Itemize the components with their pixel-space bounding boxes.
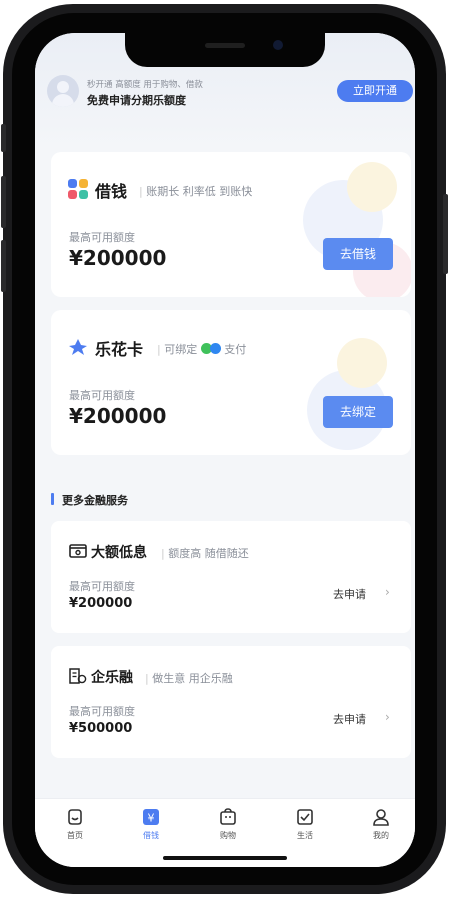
- service-limit-label: 最高可用额度: [69, 705, 135, 718]
- more-services-title: 更多金融服务: [62, 494, 128, 507]
- lehua-card[interactable]: 乐花卡 | 可绑定 支付 最高可用额度 ¥200000 去绑定: [51, 310, 411, 455]
- loan-card[interactable]: 借钱 | 账期长 利率低 到账快 最高可用额度 ¥200000 去借钱: [51, 152, 411, 297]
- user-icon: [373, 809, 389, 826]
- tab-label: 生活: [297, 831, 313, 840]
- notch: [125, 33, 325, 67]
- life-icon: [297, 809, 313, 825]
- tab-label: 首页: [67, 831, 83, 840]
- lehua-amount: ¥200000: [69, 404, 167, 428]
- lehua-title: 乐花卡: [95, 340, 144, 359]
- loan-amount: ¥200000: [69, 246, 167, 270]
- apply-button[interactable]: 去申请: [333, 586, 366, 602]
- bind-button[interactable]: 去绑定: [323, 396, 393, 428]
- service-tagline-text: 额度高 随借随还: [168, 547, 249, 560]
- divider: |: [161, 547, 165, 560]
- lehua-tagline-prefix: 可绑定: [164, 343, 198, 356]
- divider: |: [145, 672, 149, 685]
- front-camera: [273, 40, 283, 50]
- chevron-right-icon: ›: [385, 585, 390, 599]
- borrow-button[interactable]: 去借钱: [323, 238, 393, 270]
- lehua-tagline: | 可绑定 支付: [157, 341, 246, 357]
- section-accent-bar: [51, 493, 54, 505]
- tab-label: 购物: [220, 831, 236, 840]
- loan-title: 借钱: [95, 182, 128, 201]
- loan-logo-icon: [68, 179, 88, 199]
- power-button: [443, 194, 448, 274]
- open-now-button[interactable]: 立即开通: [337, 80, 413, 102]
- tab-mine[interactable]: 我的: [351, 807, 411, 841]
- avatar[interactable]: [47, 75, 79, 107]
- promo-title: 免费申请分期乐额度: [87, 94, 186, 107]
- shopping-bag-icon: [220, 808, 236, 825]
- lehua-tagline-suffix: 支付: [224, 343, 247, 356]
- tab-label: 我的: [373, 831, 389, 840]
- service-title: 大额低息: [91, 545, 147, 561]
- service-tagline-text: 做生意 用企乐融: [152, 672, 233, 685]
- divider: |: [157, 343, 161, 356]
- tab-label: 借钱: [143, 831, 159, 840]
- mute-switch: [1, 124, 6, 152]
- service-card-large-loan[interactable]: 大额低息 | 额度高 随借随还 最高可用额度 ¥200000 去申请 ›: [51, 521, 411, 633]
- yen-icon: ¥: [143, 809, 159, 825]
- service-amount: ¥500000: [69, 721, 133, 736]
- avatar-body: [52, 94, 74, 107]
- service-tagline: | 额度高 随借随还: [161, 545, 249, 561]
- promo-subtitle: 秒开通 高额度 用于购物、借款: [87, 80, 203, 90]
- loan-tagline-text: 账期长 利率低 到账快: [146, 185, 253, 198]
- card-decoration: [347, 162, 397, 212]
- service-card-qilerong[interactable]: 企乐融 | 做生意 用企乐融 最高可用额度 ¥500000 去申请 ›: [51, 646, 411, 758]
- service-title: 企乐融: [91, 670, 133, 686]
- divider: |: [139, 185, 143, 198]
- service-amount: ¥200000: [69, 596, 133, 611]
- alipay-icon: [209, 343, 221, 354]
- tab-life[interactable]: 生活: [275, 807, 335, 841]
- cash-box-icon: [69, 544, 87, 558]
- chevron-right-icon: ›: [385, 710, 390, 724]
- speaker: [205, 43, 245, 48]
- home-indicator: [163, 856, 287, 860]
- enterprise-icon: [69, 668, 87, 684]
- tab-borrow[interactable]: ¥ 借钱: [121, 807, 181, 841]
- lehua-logo-icon: [69, 339, 87, 355]
- svg-text:¥: ¥: [148, 812, 155, 825]
- loan-tagline: | 账期长 利率低 到账快: [139, 183, 252, 199]
- card-decoration: [337, 338, 387, 388]
- tab-shopping[interactable]: 购物: [198, 807, 258, 841]
- apply-button[interactable]: 去申请: [333, 711, 366, 727]
- service-limit-label: 最高可用额度: [69, 580, 135, 593]
- home-icon: [68, 809, 82, 825]
- volume-down-button: [1, 240, 6, 292]
- app-screen: 秒开通 高额度 用于购物、借款 免费申请分期乐额度 立即开通 借钱 | 账期长 …: [35, 33, 415, 867]
- volume-up-button: [1, 176, 6, 228]
- lehua-limit-label: 最高可用额度: [69, 389, 135, 402]
- loan-limit-label: 最高可用额度: [69, 231, 135, 244]
- service-tagline: | 做生意 用企乐融: [145, 670, 233, 686]
- tab-home[interactable]: 首页: [45, 807, 105, 841]
- avatar-head: [57, 81, 69, 93]
